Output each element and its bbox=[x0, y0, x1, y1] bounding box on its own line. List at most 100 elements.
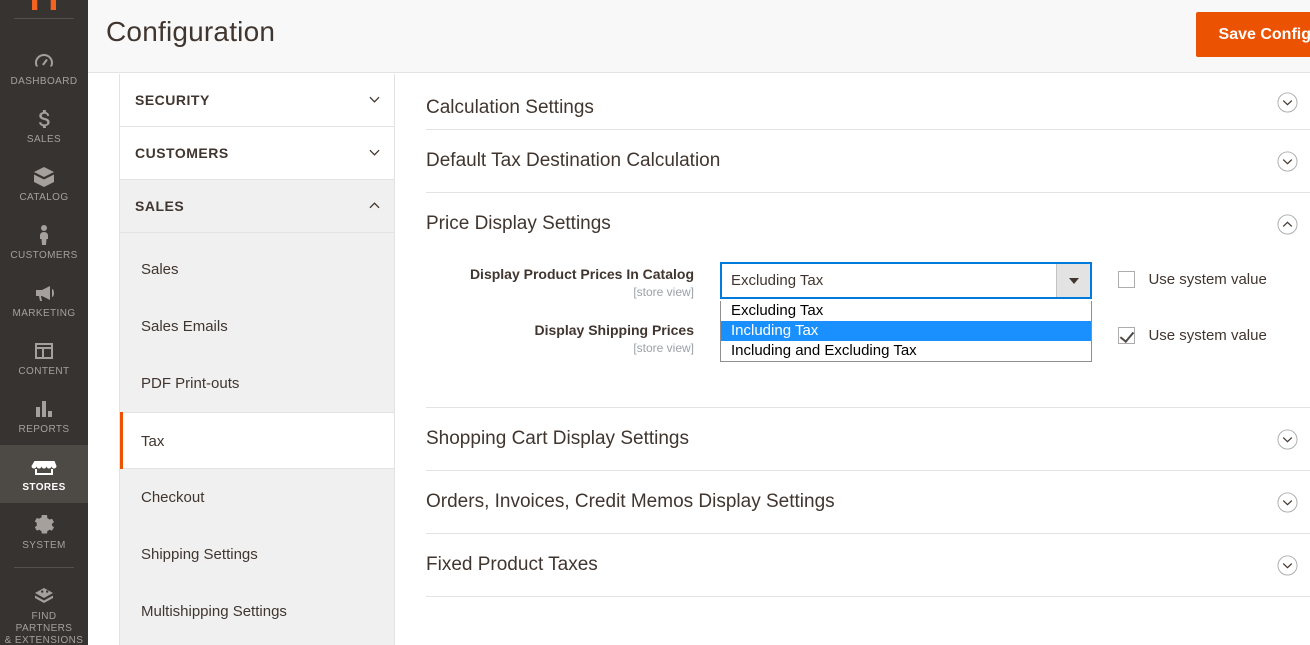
nav-group-security[interactable]: SECURITY bbox=[120, 74, 394, 127]
sidebar-item-system[interactable]: SYSTEM bbox=[0, 503, 88, 561]
sidebar-item-dashboard[interactable]: DASHBOARD bbox=[0, 39, 88, 97]
nav-group-sales-items: Sales Sales Emails PDF Print-outs Tax Ch… bbox=[120, 233, 394, 645]
use-system-value-shipping: Use system value bbox=[1118, 327, 1267, 345]
field-label-text: Display Product Prices In Catalog bbox=[426, 265, 694, 284]
sidebar-item-multishipping-settings[interactable]: Multishipping Settings bbox=[120, 583, 394, 640]
sidebar-item-sales[interactable]: SALES bbox=[0, 97, 88, 155]
brick-icon bbox=[2, 583, 86, 609]
chevron-down-circle-icon[interactable] bbox=[1277, 92, 1298, 113]
chevron-down-icon[interactable] bbox=[1056, 264, 1090, 297]
chevron-down-circle-icon[interactable] bbox=[1277, 429, 1298, 450]
sidebar-item-label: CUSTOMERS bbox=[2, 250, 86, 262]
use-system-value-label: Use system value bbox=[1148, 271, 1266, 288]
primary-navigation-sidebar: DASHBOARD SALES CATALOG CUSTOMERS bbox=[0, 0, 88, 645]
sidebar-item-marketing[interactable]: MARKETING bbox=[0, 271, 88, 329]
sidebar-item-sales-emails[interactable]: Sales Emails bbox=[120, 298, 394, 355]
dashboard-icon bbox=[2, 48, 86, 74]
select-option[interactable]: Excluding Tax bbox=[721, 301, 1091, 321]
sidebar-item-shipping-settings[interactable]: Shipping Settings bbox=[120, 526, 394, 583]
sidebar-item-pdf-print-outs[interactable]: PDF Print-outs bbox=[120, 355, 394, 412]
secondary-navigation-panel: SECURITY CUSTOMERS SALES Sales Sales Ema… bbox=[119, 74, 395, 645]
section-header[interactable]: Default Tax Destination Calculation bbox=[426, 130, 1310, 192]
sidebar-item-tax[interactable]: Tax bbox=[120, 412, 394, 469]
sidebar-item-content[interactable]: CONTENT bbox=[0, 329, 88, 387]
sidebar-item-label: MARKETING bbox=[2, 308, 86, 320]
layout-icon bbox=[2, 338, 86, 364]
sidebar-item-sales-config[interactable]: Sales bbox=[120, 241, 394, 298]
display-product-prices-select[interactable]: Excluding Tax Excluding Tax Including Ta… bbox=[720, 262, 1092, 299]
sidebar-item-label: CONTENT bbox=[2, 366, 86, 378]
bar-chart-icon bbox=[2, 396, 86, 422]
sidebar-item-customers[interactable]: CUSTOMERS bbox=[0, 213, 88, 271]
section-header[interactable]: Shopping Cart Display Settings bbox=[426, 408, 1310, 470]
section-title: Shopping Cart Display Settings bbox=[426, 428, 689, 449]
sidebar-item-find-partners-extensions[interactable]: FIND PARTNERS& EXTENSIONS bbox=[0, 574, 88, 645]
sidebar-item-label: STORES bbox=[2, 482, 86, 494]
nav-group-label: CUSTOMERS bbox=[135, 145, 229, 161]
sidebar-item-label: DASHBOARD bbox=[2, 76, 86, 88]
field-display-product-prices-in-catalog: Display Product Prices In Catalog [store… bbox=[426, 265, 1310, 321]
chevron-down-circle-icon[interactable] bbox=[1277, 555, 1298, 576]
sidebar-item-catalog[interactable]: CATALOG bbox=[0, 155, 88, 213]
chevron-up-circle-icon[interactable] bbox=[1277, 214, 1298, 235]
box-icon bbox=[2, 164, 86, 190]
section-fixed-product-taxes: Fixed Product Taxes bbox=[426, 534, 1310, 597]
sidebar-item-checkout[interactable]: Checkout bbox=[120, 469, 394, 526]
select-option[interactable]: Including Tax bbox=[721, 321, 1091, 341]
magento-logo-icon[interactable] bbox=[32, 0, 56, 10]
dropdown-arrow-glyph bbox=[1069, 278, 1079, 284]
section-title: Orders, Invoices, Credit Memos Display S… bbox=[426, 491, 835, 512]
nav-top-divider bbox=[14, 18, 74, 19]
select-option[interactable]: Including and Excluding Tax bbox=[721, 341, 1091, 361]
field-label: Display Shipping Prices [store view] bbox=[426, 321, 711, 356]
sidebar-item-reports[interactable]: REPORTS bbox=[0, 387, 88, 445]
nav-group-label: SECURITY bbox=[135, 92, 210, 108]
price-display-fieldset: Display Product Prices In Catalog [store… bbox=[426, 255, 1310, 407]
section-header[interactable]: Orders, Invoices, Credit Memos Display S… bbox=[426, 471, 1310, 533]
sidebar-item-label: CATALOG bbox=[2, 192, 86, 204]
section-orders-invoices-credit-memos-display-settings: Orders, Invoices, Credit Memos Display S… bbox=[426, 471, 1310, 534]
nav-bottom-divider bbox=[14, 567, 74, 568]
field-scope-note: [store view] bbox=[426, 340, 694, 356]
chevron-down-circle-icon[interactable] bbox=[1277, 151, 1298, 172]
sidebar-item-label: SYSTEM bbox=[2, 540, 86, 552]
section-header[interactable]: Calculation Settings bbox=[426, 74, 1310, 129]
store-icon bbox=[2, 454, 86, 480]
field-scope-note: [store view] bbox=[426, 284, 694, 300]
nav-group-sales[interactable]: SALES bbox=[120, 180, 394, 233]
section-calculation-settings: Calculation Settings bbox=[426, 74, 1310, 130]
section-shopping-cart-display-settings: Shopping Cart Display Settings bbox=[426, 408, 1310, 471]
chevron-up-icon bbox=[369, 200, 380, 211]
nav-group-customers[interactable]: CUSTOMERS bbox=[120, 127, 394, 180]
sidebar-item-stores[interactable]: STORES bbox=[0, 445, 88, 503]
configuration-content: Calculation Settings Default Tax Destina… bbox=[396, 74, 1310, 645]
primary-nav-list: DASHBOARD SALES CATALOG CUSTOMERS bbox=[0, 14, 88, 645]
chevron-down-circle-icon[interactable] bbox=[1277, 492, 1298, 513]
gear-icon bbox=[2, 512, 86, 538]
chevron-down-icon bbox=[369, 94, 380, 105]
nav-group-label: SALES bbox=[135, 198, 184, 214]
use-system-value-checkbox[interactable] bbox=[1118, 327, 1135, 344]
section-default-tax-destination-calculation: Default Tax Destination Calculation bbox=[426, 130, 1310, 193]
section-header[interactable]: Fixed Product Taxes bbox=[426, 534, 1310, 596]
sidebar-item-label: SALES bbox=[2, 134, 86, 146]
dollar-icon bbox=[2, 106, 86, 132]
page-title: Configuration bbox=[106, 16, 275, 48]
section-title: Default Tax Destination Calculation bbox=[426, 150, 720, 171]
use-system-value-label: Use system value bbox=[1148, 327, 1266, 344]
section-price-display-settings: Price Display Settings Display Product P… bbox=[426, 193, 1310, 408]
admin-configuration-page: DASHBOARD SALES CATALOG CUSTOMERS bbox=[0, 0, 1310, 645]
select-options-list: Excluding Tax Including Tax Including an… bbox=[720, 301, 1092, 362]
section-header[interactable]: Price Display Settings bbox=[426, 193, 1310, 255]
section-title: Price Display Settings bbox=[426, 213, 611, 234]
select-selected-value: Excluding Tax bbox=[731, 264, 823, 297]
person-icon bbox=[2, 222, 86, 248]
section-title: Fixed Product Taxes bbox=[426, 554, 598, 575]
save-config-button[interactable]: Save Config bbox=[1196, 12, 1310, 57]
use-system-value-catalog: Use system value bbox=[1118, 271, 1267, 289]
sidebar-item-label: REPORTS bbox=[2, 424, 86, 436]
logo-area bbox=[0, 0, 88, 14]
field-control: Excluding Tax Excluding Tax Including Ta… bbox=[720, 262, 1092, 299]
use-system-value-checkbox[interactable] bbox=[1118, 271, 1135, 288]
chevron-down-icon bbox=[369, 147, 380, 158]
